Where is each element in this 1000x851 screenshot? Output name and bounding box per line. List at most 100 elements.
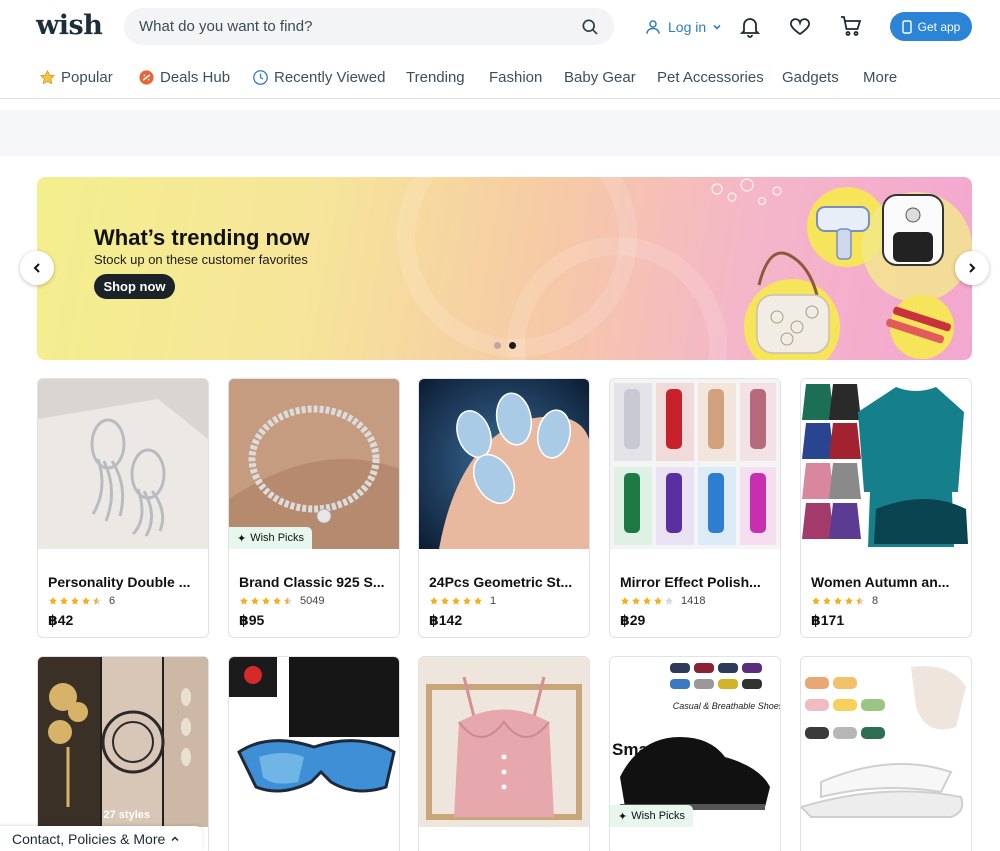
star-icon bbox=[621, 597, 629, 605]
product-card[interactable]: Casual & Breathable Shoes Smart ✦ Wish Pi… bbox=[609, 656, 781, 851]
top-header: wish Log in Get app bbox=[0, 0, 1000, 56]
product-card[interactable]: 24Pcs Geometric St... 1 ฿142 bbox=[418, 378, 590, 638]
product-card[interactable]: ✦ Wish Picks Brand Classic 925 S... 5049 … bbox=[228, 378, 400, 638]
get-app-button[interactable]: Get app bbox=[890, 12, 972, 41]
nav-label: More bbox=[863, 68, 898, 86]
product-card[interactable]: 27 styles bbox=[37, 656, 209, 851]
product-card[interactable]: Mirror Effect Polish... 1418 ฿29 bbox=[609, 378, 781, 638]
carousel-dot-2[interactable] bbox=[509, 342, 516, 349]
product-card[interactable]: Women Autumn an... 8 ฿171 bbox=[800, 378, 972, 638]
svg-text:Casual & Breathable Shoes: Casual & Breathable Shoes bbox=[673, 701, 780, 711]
wish-picks-badge: ✦ Wish Picks bbox=[229, 527, 312, 549]
product-image[interactable] bbox=[229, 379, 399, 549]
product-image[interactable] bbox=[229, 657, 399, 827]
nav-item-deals-hub[interactable]: Deals Hub bbox=[138, 67, 230, 87]
chevron-up-icon bbox=[171, 835, 179, 841]
product-card[interactable]: Personality Double ... 6 ฿42 bbox=[37, 378, 209, 638]
carousel-dot-1[interactable] bbox=[494, 342, 501, 349]
heart-icon[interactable] bbox=[788, 14, 812, 38]
user-icon bbox=[646, 20, 660, 34]
product-card[interactable] bbox=[800, 656, 972, 851]
bell-icon[interactable] bbox=[738, 14, 762, 38]
nav-item-popular[interactable]: Popular bbox=[39, 67, 113, 87]
product-price: ฿142 bbox=[429, 612, 463, 628]
product-image[interactable] bbox=[801, 657, 971, 827]
banner-subtitle: Stock up on these customer favorites bbox=[94, 252, 308, 267]
search-bar[interactable] bbox=[124, 8, 614, 45]
login-link[interactable]: Log in bbox=[644, 15, 722, 39]
category-nav: Popular Deals Hub Recently Viewed Trendi… bbox=[0, 56, 1000, 99]
nav-item-baby-gear[interactable]: Baby Gear bbox=[564, 67, 636, 87]
carousel-next-button[interactable] bbox=[955, 251, 989, 285]
nav-label: Trending bbox=[406, 68, 465, 86]
product-image[interactable]: 27 styles bbox=[38, 657, 208, 827]
review-count: 8 bbox=[872, 595, 879, 607]
wish-picks-badge: ✦ Wish Picks bbox=[610, 805, 693, 827]
product-title: Women Autumn an... bbox=[811, 574, 950, 590]
product-image[interactable] bbox=[610, 379, 780, 549]
product-title: Personality Double ... bbox=[48, 574, 191, 590]
badge-label: Wish Picks bbox=[631, 810, 685, 822]
deals-icon bbox=[139, 69, 154, 85]
nav-label: Fashion bbox=[489, 68, 543, 86]
product-image[interactable]: Casual & Breathable Shoes Smart bbox=[610, 657, 780, 827]
search-icon[interactable] bbox=[580, 17, 600, 37]
star-icon bbox=[93, 597, 101, 605]
star-icon bbox=[474, 597, 482, 605]
rating-stars: 1 bbox=[429, 595, 496, 607]
badge-label: Wish Picks bbox=[250, 532, 304, 544]
review-count: 1418 bbox=[681, 595, 706, 607]
nav-label: Baby Gear bbox=[564, 68, 636, 86]
star-icon bbox=[262, 597, 270, 605]
nav-item-gadgets[interactable]: Gadgets bbox=[782, 67, 839, 87]
nav-label: Gadgets bbox=[782, 68, 839, 86]
product-price: ฿171 bbox=[811, 612, 845, 628]
nav-item-trending[interactable]: Trending bbox=[406, 67, 465, 87]
review-count: 6 bbox=[109, 595, 116, 607]
chevron-down-icon bbox=[713, 24, 721, 30]
star-icon bbox=[643, 597, 651, 605]
nav-label: Pet Accessories bbox=[657, 68, 764, 86]
footer-label: Contact, Policies & More bbox=[12, 830, 166, 847]
product-image[interactable] bbox=[419, 657, 589, 827]
star-icon bbox=[71, 597, 79, 605]
carousel-prev-button[interactable] bbox=[20, 251, 54, 285]
chevron-left-icon bbox=[33, 263, 40, 273]
placeholder-strip bbox=[0, 110, 1000, 156]
get-app-label: Get app bbox=[917, 19, 961, 34]
nav-item-pet-accessories[interactable]: Pet Accessories bbox=[657, 67, 764, 87]
search-input[interactable] bbox=[124, 8, 564, 45]
product-card[interactable] bbox=[228, 656, 400, 851]
star-icon bbox=[49, 597, 57, 605]
nav-label: Popular bbox=[61, 68, 113, 86]
star-icon bbox=[654, 597, 662, 605]
product-image[interactable] bbox=[419, 379, 589, 549]
star-icon bbox=[823, 597, 831, 605]
star-icon bbox=[284, 597, 292, 605]
shop-now-button[interactable]: Shop now bbox=[94, 274, 175, 299]
product-image[interactable] bbox=[38, 379, 208, 549]
review-count: 5049 bbox=[300, 595, 325, 607]
product-image[interactable] bbox=[801, 379, 971, 549]
product-title: Brand Classic 925 S... bbox=[239, 574, 385, 590]
nav-item-more[interactable]: More bbox=[863, 67, 897, 87]
wish-logo[interactable]: wish bbox=[36, 10, 103, 41]
product-title: Mirror Effect Polish... bbox=[620, 574, 761, 590]
banner-title: What’s trending now bbox=[94, 225, 310, 250]
star-icon bbox=[441, 597, 449, 605]
login-label: Log in bbox=[668, 19, 707, 35]
contact-policies-toggle[interactable]: Contact, Policies & More bbox=[0, 826, 202, 851]
product-card[interactable] bbox=[418, 656, 590, 851]
star-icon bbox=[60, 597, 68, 605]
rating-stars: 8 bbox=[811, 595, 878, 607]
star-icon bbox=[430, 597, 438, 605]
star-icon bbox=[463, 597, 471, 605]
hero-banner[interactable]: What’s trending now Stock up on these cu… bbox=[37, 177, 972, 360]
cart-icon[interactable] bbox=[839, 14, 863, 38]
nav-item-recently-viewed[interactable]: Recently Viewed bbox=[252, 67, 385, 87]
review-count: 1 bbox=[490, 595, 497, 607]
star-icon bbox=[82, 597, 90, 605]
clock-icon bbox=[253, 69, 268, 85]
nav-label: Recently Viewed bbox=[274, 68, 386, 86]
nav-item-fashion[interactable]: Fashion bbox=[489, 67, 542, 87]
